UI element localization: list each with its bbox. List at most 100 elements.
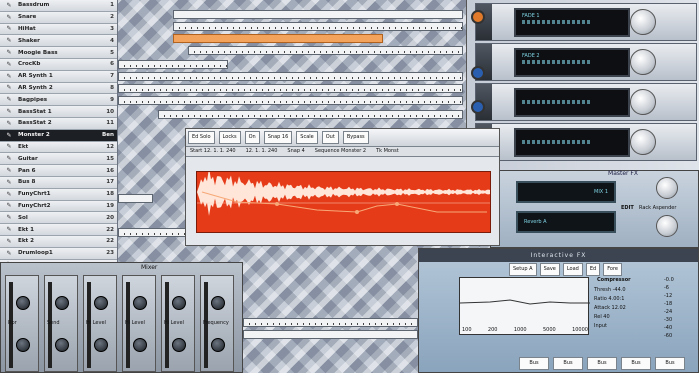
editor-button[interactable]: On bbox=[244, 131, 260, 144]
panel-button[interactable]: Ed bbox=[585, 263, 601, 276]
rack-device[interactable] bbox=[475, 83, 697, 121]
track-edit-icon[interactable]: ✎ bbox=[0, 14, 18, 21]
track-edit-icon[interactable]: ✎ bbox=[0, 250, 18, 257]
track-row[interactable]: ✎ HiHat 3 bbox=[0, 23, 117, 36]
track-edit-icon[interactable]: ✎ bbox=[0, 96, 18, 103]
envelope-point[interactable] bbox=[395, 202, 399, 206]
compressor-param[interactable]: Attack 12.02 bbox=[594, 305, 626, 311]
region[interactable] bbox=[173, 34, 383, 43]
track-row[interactable]: ✎ Snare 2 bbox=[0, 11, 117, 24]
region[interactable] bbox=[243, 318, 418, 327]
channel-knob[interactable] bbox=[55, 296, 69, 310]
track-edit-icon[interactable]: ✎ bbox=[0, 143, 18, 150]
track-row[interactable]: ✎ Bassdrum 1 bbox=[0, 0, 117, 12]
panel-button[interactable]: Setup A bbox=[509, 263, 537, 276]
panel-button[interactable]: Save bbox=[539, 263, 560, 276]
device-knob[interactable] bbox=[630, 9, 656, 35]
device-knob[interactable] bbox=[656, 215, 678, 237]
track-row[interactable]: ✎ Sol 20 bbox=[0, 212, 117, 225]
compressor-param[interactable]: Thresh -44.0 bbox=[594, 287, 626, 293]
region[interactable] bbox=[118, 72, 463, 81]
track-row[interactable]: ✎ Pan 6 16 bbox=[0, 165, 117, 177]
device-knob[interactable] bbox=[656, 177, 678, 199]
editor-button[interactable]: Scale bbox=[296, 131, 318, 144]
blue-knob-icon[interactable] bbox=[471, 100, 485, 114]
panel-button[interactable]: Fore bbox=[603, 263, 622, 276]
track-edit-icon[interactable]: ✎ bbox=[0, 167, 18, 174]
track-row[interactable]: ✎ BassStat 2 11 bbox=[0, 117, 117, 130]
track-row[interactable]: ✎ AR Synth 1 7 bbox=[0, 70, 117, 83]
compressor-param[interactable]: Ratio 4.00:1 bbox=[594, 296, 626, 302]
rack-device[interactable]: FADE 2 bbox=[475, 43, 697, 81]
track-row[interactable]: ✎ Shaker 4 bbox=[0, 35, 117, 48]
envelope-point[interactable] bbox=[355, 210, 359, 214]
track-edit-icon[interactable]: ✎ bbox=[0, 108, 18, 115]
bus-button[interactable]: Bus bbox=[519, 357, 549, 370]
track-row[interactable]: ✎ Ekt 2 22 bbox=[0, 235, 117, 248]
track-edit-icon[interactable]: ✎ bbox=[0, 61, 18, 68]
bus-button[interactable]: Bus bbox=[621, 357, 651, 370]
orange-knob-icon[interactable] bbox=[471, 10, 485, 24]
track-row[interactable]: ✎ BassStat 1 10 bbox=[0, 106, 117, 118]
track-row[interactable]: ✎ Drumloop1 23 bbox=[0, 247, 117, 260]
device-knob[interactable] bbox=[630, 49, 656, 75]
editor-button[interactable]: Bypass bbox=[342, 131, 369, 144]
track-edit-icon[interactable]: ✎ bbox=[0, 2, 18, 9]
bus-button[interactable]: Bus bbox=[587, 357, 617, 370]
track-edit-icon[interactable]: ✎ bbox=[0, 226, 18, 233]
track-edit-icon[interactable]: ✎ bbox=[0, 155, 18, 162]
track-edit-icon[interactable]: ✎ bbox=[0, 84, 18, 91]
track-edit-icon[interactable]: ✎ bbox=[0, 202, 18, 209]
track-edit-icon[interactable]: ✎ bbox=[0, 49, 18, 56]
region[interactable] bbox=[173, 10, 463, 19]
region[interactable] bbox=[188, 46, 463, 55]
track-edit-icon[interactable]: ✎ bbox=[0, 120, 18, 127]
channel-knob[interactable] bbox=[133, 296, 147, 310]
track-edit-icon[interactable]: ✎ bbox=[0, 238, 18, 245]
track-row[interactable]: ✎ FunyChrt2 19 bbox=[0, 200, 117, 213]
panel-button[interactable]: Load bbox=[562, 263, 583, 276]
region[interactable] bbox=[118, 194, 153, 203]
track-row[interactable]: ✎ Moogie Bass 5 bbox=[0, 47, 117, 59]
editor-button[interactable]: Locks bbox=[218, 131, 241, 144]
region[interactable] bbox=[243, 330, 418, 339]
waveform-display[interactable] bbox=[196, 171, 491, 233]
track-edit-icon[interactable]: ✎ bbox=[0, 25, 18, 32]
track-edit-icon[interactable]: ✎ bbox=[0, 214, 18, 221]
region[interactable] bbox=[118, 96, 463, 105]
channel-knob[interactable] bbox=[211, 338, 225, 352]
edit-label[interactable]: EDIT bbox=[621, 205, 634, 211]
track-row[interactable]: ✎ Bagpipes 9 bbox=[0, 94, 117, 107]
envelope-point[interactable] bbox=[275, 202, 279, 206]
editor-button[interactable]: Out bbox=[321, 131, 339, 144]
track-row[interactable]: ✎ Guitar 15 bbox=[0, 153, 117, 166]
channel-knob[interactable] bbox=[94, 338, 108, 352]
track-row[interactable]: ✎ CrocKb 6 bbox=[0, 58, 117, 71]
editor-button[interactable]: Snap 16 bbox=[263, 131, 293, 144]
channel-knob[interactable] bbox=[172, 296, 186, 310]
track-row[interactable]: ✎ Monster 2 Ben bbox=[0, 129, 117, 142]
channel-knob[interactable] bbox=[172, 338, 186, 352]
blue-knob-icon[interactable] bbox=[471, 66, 485, 80]
channel-knob[interactable] bbox=[211, 296, 225, 310]
track-row[interactable]: ✎ AR Synth 2 8 bbox=[0, 82, 117, 95]
track-row[interactable]: ✎ FunyChrt1 18 bbox=[0, 188, 117, 201]
track-row[interactable]: ✎ Bus 8 17 bbox=[0, 176, 117, 189]
device-knob[interactable] bbox=[630, 129, 656, 155]
channel-knob[interactable] bbox=[55, 338, 69, 352]
track-edit-icon[interactable]: ✎ bbox=[0, 179, 18, 186]
editor-button[interactable]: Ed Solo bbox=[188, 131, 215, 144]
region[interactable] bbox=[158, 110, 463, 119]
rack-device[interactable]: FADE 1 bbox=[475, 3, 697, 41]
compressor-param[interactable]: Input bbox=[594, 323, 626, 329]
region[interactable] bbox=[118, 84, 463, 93]
rack-device[interactable] bbox=[475, 123, 697, 161]
track-edit-icon[interactable]: ✎ bbox=[0, 37, 18, 44]
track-row[interactable]: ✎ Ekt 12 bbox=[0, 141, 117, 154]
track-edit-icon[interactable]: ✎ bbox=[0, 73, 18, 80]
channel-knob[interactable] bbox=[133, 338, 147, 352]
track-edit-icon[interactable]: ✎ bbox=[0, 132, 18, 139]
bus-button[interactable]: Bus bbox=[655, 357, 685, 370]
channel-knob[interactable] bbox=[94, 296, 108, 310]
region[interactable] bbox=[118, 228, 188, 237]
